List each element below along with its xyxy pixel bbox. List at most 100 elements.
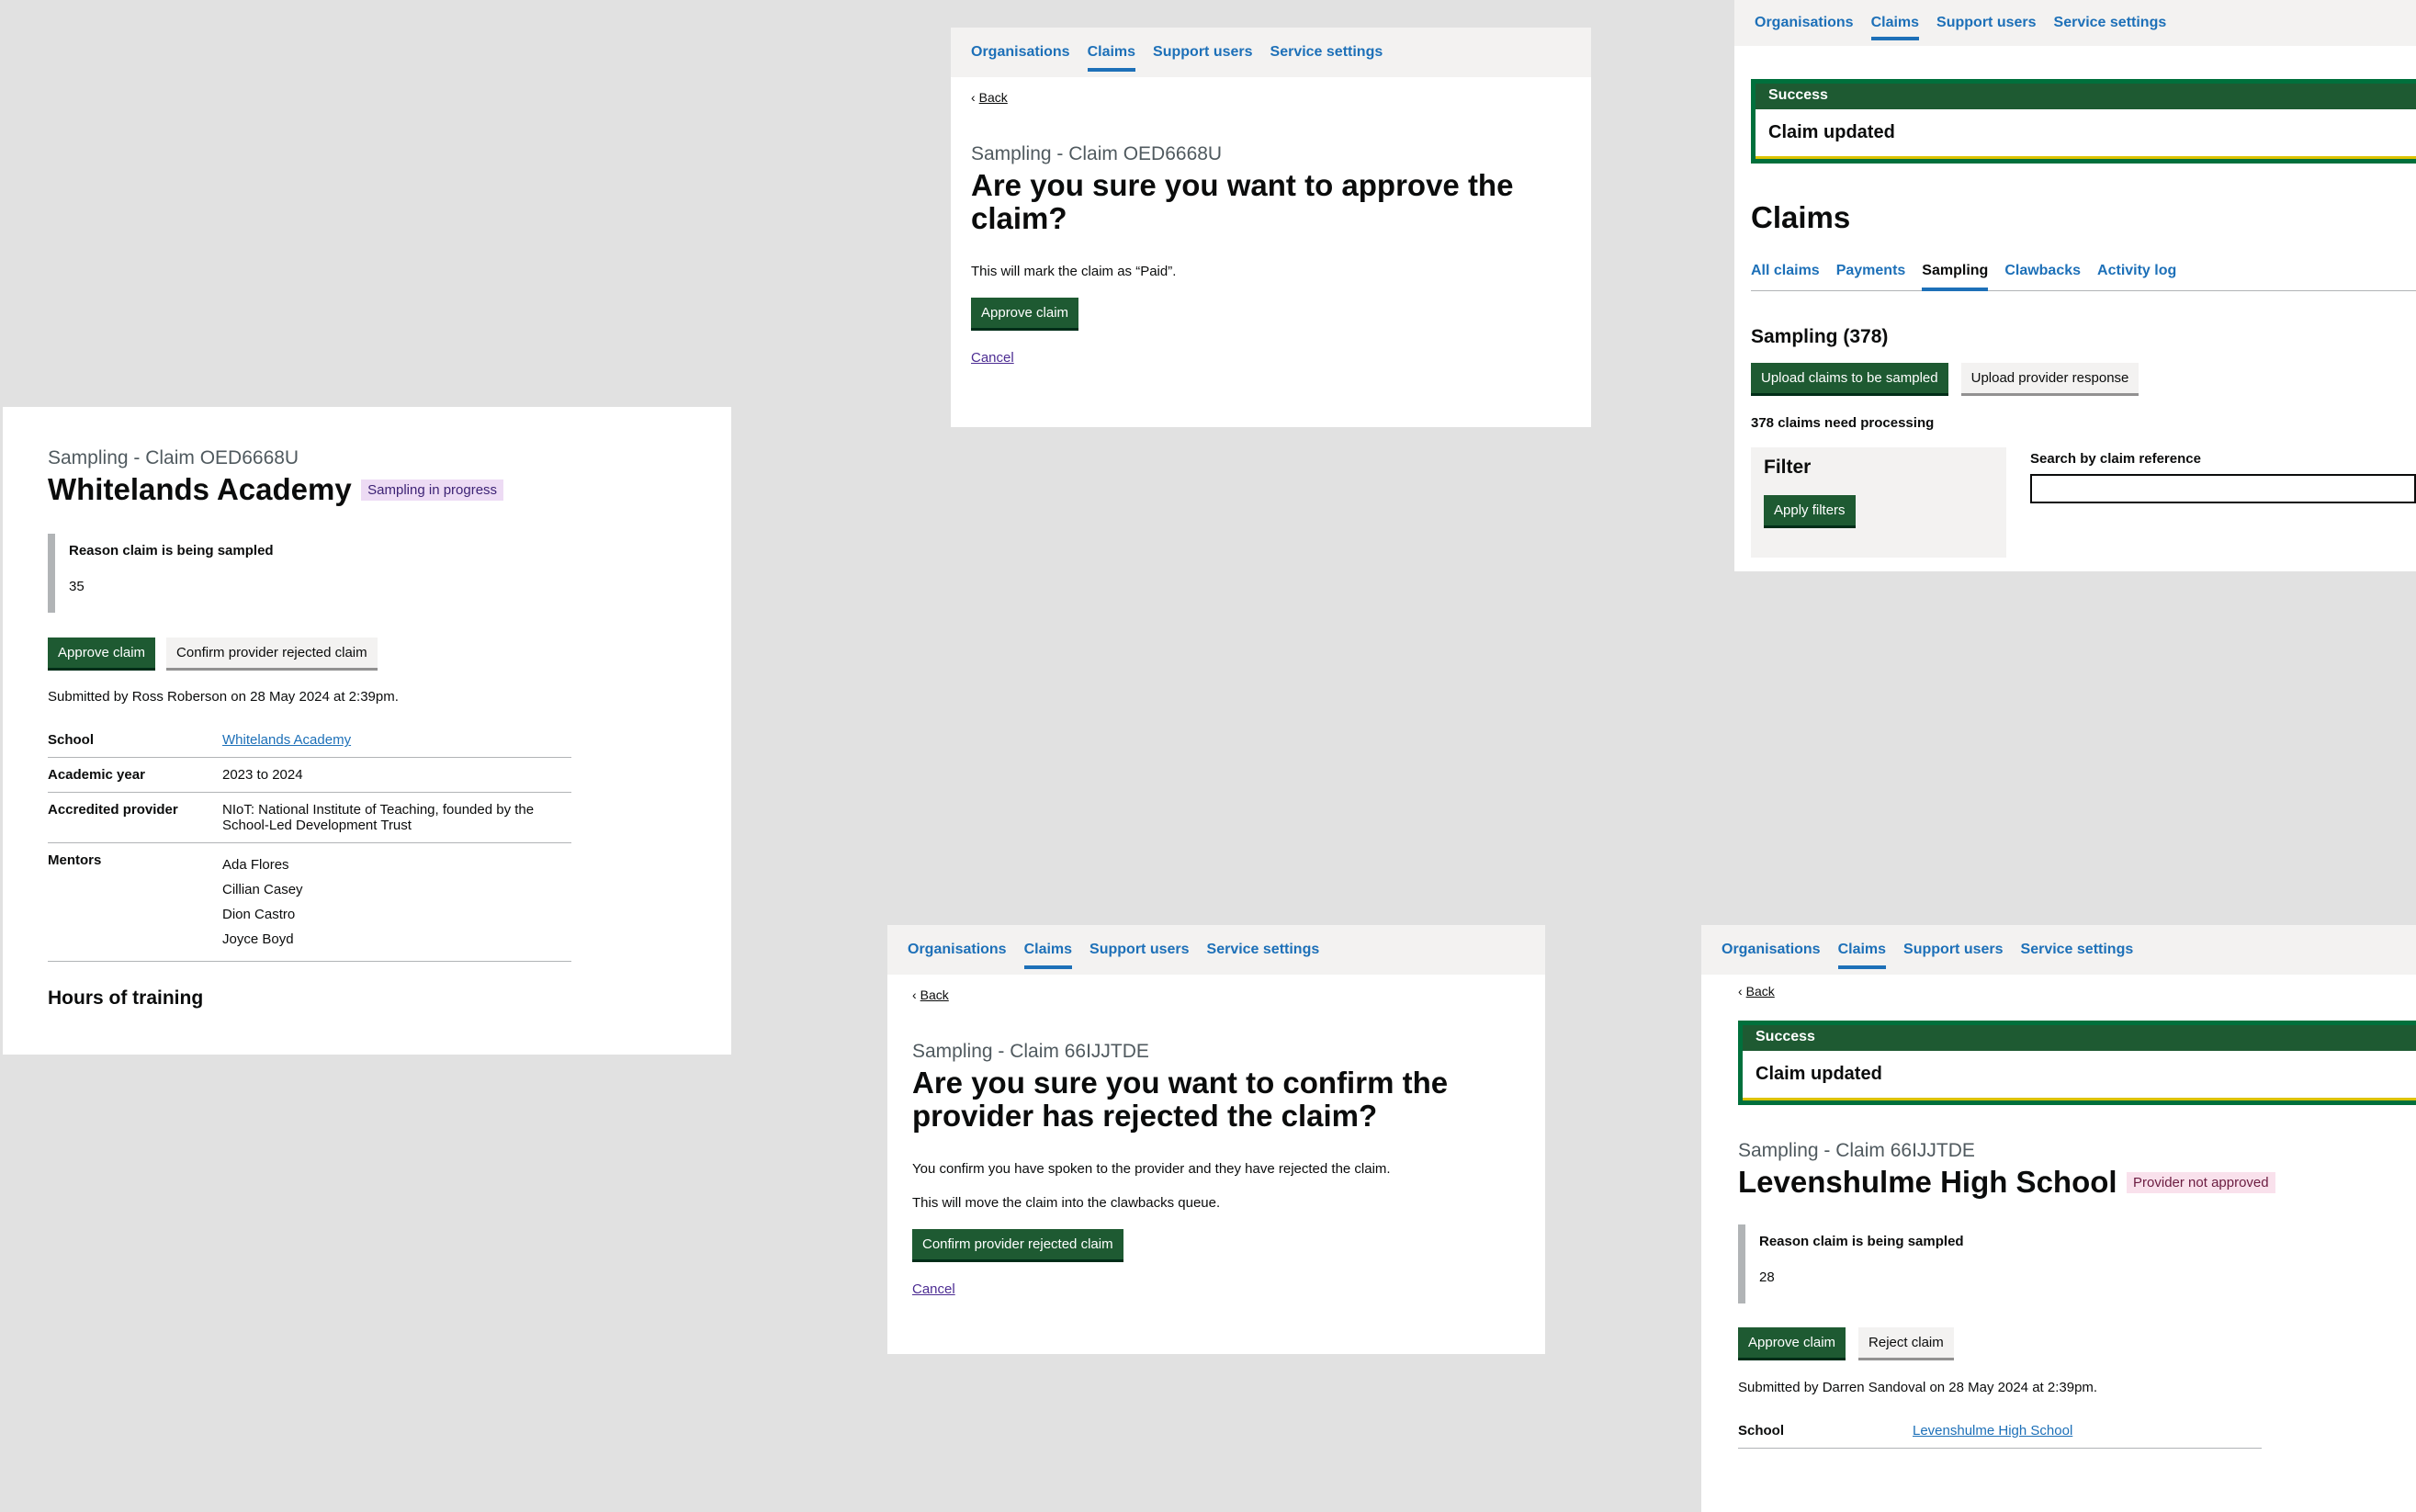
nav-service-settings[interactable]: Service settings <box>1207 925 1320 975</box>
sampling-reason-inset: Reason claim is being sampled 28 <box>1738 1224 2035 1304</box>
school-link[interactable]: Whitelands Academy <box>222 732 351 748</box>
claim-detail-card-levenshulme: Organisations Claims Support users Servi… <box>1701 925 2416 1512</box>
tab-all-claims[interactable]: All claims <box>1751 263 1820 290</box>
nav-service-settings[interactable]: Service settings <box>2021 925 2134 975</box>
page-title: Whitelands Academy <box>48 472 352 506</box>
mentor-name: Joyce Boyd <box>222 931 294 948</box>
service-navigation: Organisations Claims Support users Servi… <box>951 28 1591 77</box>
claims-count-text: 378 claims need processing <box>1751 415 1935 431</box>
hours-heading: Hours of training <box>48 987 204 1010</box>
nav-organisations[interactable]: Organisations <box>1722 925 1821 975</box>
approve-claim-button[interactable]: Approve claim <box>971 297 1079 328</box>
nav-claims[interactable]: Claims <box>1837 925 1887 975</box>
claim-caption: Sampling - Claim OED6668U <box>48 447 299 468</box>
page-title: Levenshulme High School <box>1738 1165 2117 1199</box>
summary-key: Mentors <box>48 842 222 963</box>
claim-caption: Sampling - Claim 66IJJTDE <box>1738 1140 1975 1161</box>
summary-key: Academic year <box>48 757 222 794</box>
confirmation-text: This will mark the claim as “Paid”. <box>971 263 1177 279</box>
nav-support-users[interactable]: Support users <box>1936 0 2036 46</box>
approve-confirmation-card: Organisations Claims Support users Servi… <box>951 28 1591 427</box>
confirm-provider-rejected-button[interactable]: Confirm provider rejected claim <box>166 638 378 669</box>
nav-support-users[interactable]: Support users <box>1903 925 2003 975</box>
tab-sampling[interactable]: Sampling <box>1922 263 1989 291</box>
nav-organisations[interactable]: Organisations <box>908 925 1007 975</box>
summary-row: Academic year 2023 to 2024 <box>48 757 571 794</box>
confirmation-text: You confirm you have spoken to the provi… <box>912 1160 1391 1177</box>
banner-body: Claim updated <box>1743 1051 2416 1100</box>
submitted-text: Submitted by Darren Sandoval on 28 May 2… <box>1738 1380 2098 1396</box>
nav-organisations[interactable]: Organisations <box>971 28 1070 77</box>
mentor-name: Cillian Casey <box>222 882 303 898</box>
upload-claims-to-be-sampled-button[interactable]: Upload claims to be sampled <box>1751 363 1948 393</box>
page-title: Are you sure you want to approve the cla… <box>971 168 1514 236</box>
approve-claim-button[interactable]: Approve claim <box>1738 1327 1846 1359</box>
mentor-name: Dion Castro <box>222 907 296 923</box>
claim-summary-list: School Levenshulme High School <box>1738 1414 2262 1450</box>
sampling-reason-inset: Reason claim is being sampled 35 <box>48 534 344 614</box>
summary-row: Accredited provider NIoT: National Insti… <box>48 792 571 844</box>
filter-heading: Filter <box>1764 457 1812 478</box>
summary-key: Accredited provider <box>48 792 222 844</box>
success-banner: Success Claim updated <box>1738 1021 2416 1105</box>
clawbacks-text: This will move the claim into the clawba… <box>912 1194 1221 1211</box>
claim-summary-list: School Whitelands Academy Academic year … <box>48 723 571 963</box>
claim-caption: Sampling - Claim 66IJJTDE <box>912 1041 1149 1062</box>
nav-service-settings[interactable]: Service settings <box>1270 28 1383 77</box>
back-link[interactable]: ‹ Back <box>1738 984 1775 999</box>
banner-title: Success <box>1756 1029 1815 1044</box>
service-navigation: Organisations Claims Support users Servi… <box>1734 0 2416 46</box>
back-link[interactable]: ‹ Back <box>971 90 1008 105</box>
nav-claims[interactable]: Claims <box>1087 28 1136 77</box>
claim-caption: Sampling - Claim OED6668U <box>971 143 1223 164</box>
school-link[interactable]: Levenshulme High School <box>1913 1423 2072 1439</box>
nav-claims[interactable]: Claims <box>1023 925 1073 975</box>
summary-key: School <box>1738 1414 1913 1450</box>
page-title: Claims <box>1751 200 1851 234</box>
summary-key: School <box>48 723 222 759</box>
chevron-left-icon: ‹ <box>1738 984 1743 999</box>
nav-organisations[interactable]: Organisations <box>1755 0 1854 46</box>
approve-claim-button[interactable]: Approve claim <box>48 638 156 669</box>
mentor-name: Ada Flores <box>222 857 289 874</box>
summary-value: 2023 to 2024 <box>222 757 571 794</box>
reason-value: 35 <box>69 579 85 595</box>
nav-claims[interactable]: Claims <box>1870 0 1920 46</box>
nav-service-settings[interactable]: Service settings <box>2054 0 2167 46</box>
reject-claim-button[interactable]: Reject claim <box>1858 1327 1954 1359</box>
confirm-provider-rejected-button[interactable]: Confirm provider rejected claim <box>912 1228 1123 1259</box>
chevron-left-icon: ‹ <box>971 90 976 105</box>
tab-clawbacks[interactable]: Clawbacks <box>2004 263 2081 290</box>
cancel-link[interactable]: Cancel <box>912 1281 955 1297</box>
submitted-text: Submitted by Ross Roberson on 28 May 202… <box>48 689 399 705</box>
apply-filters-button[interactable]: Apply filters <box>1764 495 1856 525</box>
tab-payments[interactable]: Payments <box>1836 263 1906 290</box>
filter-panel: Filter Apply filters <box>1751 447 2006 558</box>
reason-heading: Reason claim is being sampled <box>69 543 274 559</box>
cancel-link[interactable]: Cancel <box>971 350 1014 366</box>
banner-body: Claim updated <box>1756 109 2416 159</box>
service-navigation: Organisations Claims Support users Servi… <box>887 925 1545 975</box>
summary-value: NIoT: National Institute of Teaching, fo… <box>222 792 571 844</box>
search-label: Search by claim reference <box>2030 451 2201 467</box>
reason-value: 28 <box>1759 1269 1775 1286</box>
success-banner: Success Claim updated <box>1751 79 2416 164</box>
nav-support-users[interactable]: Support users <box>1153 28 1252 77</box>
summary-row: Mentors Ada Flores Cillian Casey Dion Ca… <box>48 842 571 963</box>
tab-activity-log[interactable]: Activity log <box>2097 263 2176 290</box>
status-badge: Sampling in progress <box>361 479 504 501</box>
nav-support-users[interactable]: Support users <box>1089 925 1189 975</box>
upload-provider-response-button[interactable]: Upload provider response <box>1960 363 2139 393</box>
summary-row: School Whitelands Academy <box>48 723 571 759</box>
status-badge: Provider not approved <box>2127 1171 2275 1193</box>
claim-detail-card-whitelands: Sampling - Claim OED6668U Whitelands Aca… <box>3 407 731 1055</box>
back-link[interactable]: ‹ Back <box>912 987 949 1002</box>
summary-row: School Levenshulme High School <box>1738 1414 2262 1450</box>
mentors-list: Ada Flores Cillian Casey Dion Castro Joy… <box>222 842 571 963</box>
service-navigation: Organisations Claims Support users Servi… <box>1701 925 2416 975</box>
search-claim-reference-input[interactable] <box>2030 474 2416 503</box>
reject-confirmation-card: Organisations Claims Support users Servi… <box>887 925 1545 1354</box>
chevron-left-icon: ‹ <box>912 987 917 1002</box>
claims-tabs: All claims Payments Sampling Clawbacks A… <box>1751 263 2416 291</box>
claims-sampling-card: Organisations Claims Support users Servi… <box>1734 0 2416 571</box>
